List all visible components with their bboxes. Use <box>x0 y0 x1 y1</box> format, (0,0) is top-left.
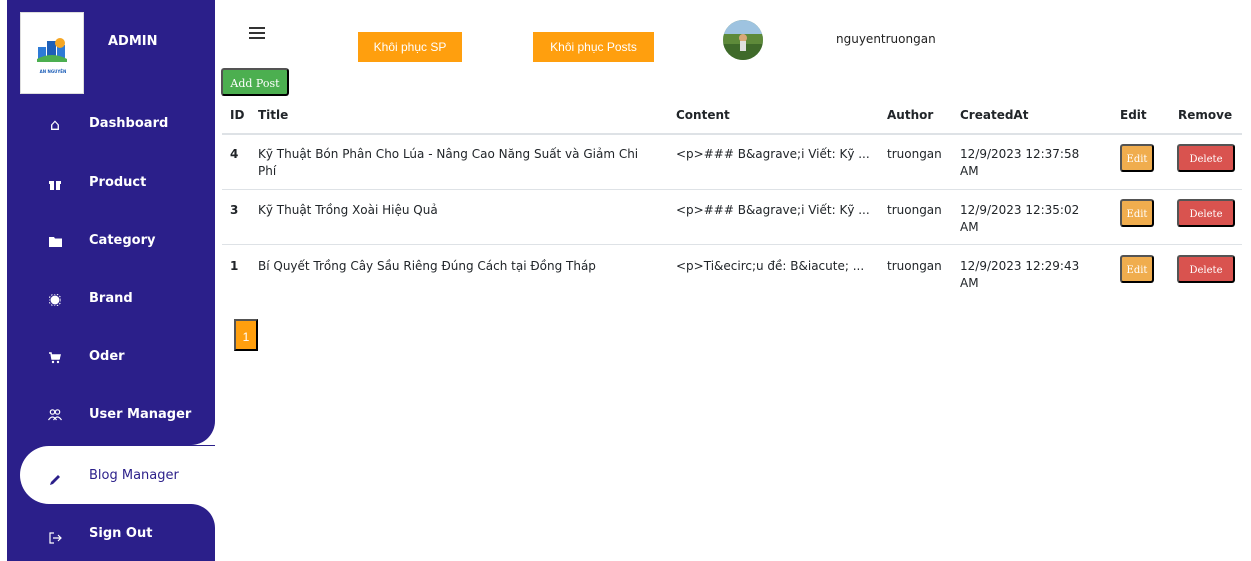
column-header-id: ID <box>230 108 245 122</box>
logo-icon <box>37 38 67 62</box>
sidebar-item-label: Sign Out <box>89 526 153 541</box>
username: nguyentruongan <box>836 32 936 46</box>
sidebar-item-brand[interactable]: Brand <box>7 269 215 327</box>
hamburger-menu-icon[interactable] <box>249 27 265 39</box>
logo: AN NGUYÊN <box>20 12 84 94</box>
avatar[interactable] <box>723 20 763 60</box>
sidebar: AN NGUYÊN ADMIN ⌂ Dashboard Product Cate… <box>0 0 215 561</box>
delete-button[interactable]: Delete <box>1177 255 1235 283</box>
cell-author: truongan <box>887 147 942 161</box>
cell-created: 12/9/2023 12:35:02 AM <box>960 203 1080 234</box>
logo-text: AN NGUYÊN <box>39 69 67 74</box>
delete-button[interactable]: Delete <box>1177 199 1235 227</box>
table-header-divider <box>222 133 1242 135</box>
edit-button[interactable]: Edit <box>1120 199 1154 227</box>
badge-icon <box>47 293 63 310</box>
column-header-edit: Edit <box>1120 108 1147 122</box>
sidebar-item-label: Blog Manager <box>89 468 179 483</box>
cell-content: <p>Ti&ecirc;u đề: B&iacute; ... <box>676 259 865 273</box>
sidebar-item-user-manager[interactable]: User Manager <box>7 385 215 443</box>
add-post-button[interactable]: Add Post <box>221 68 289 96</box>
sidebar-item-label: Dashboard <box>89 116 169 131</box>
sidebar-item-label: Product <box>89 175 147 190</box>
cell-title: Bí Quyết Trồng Cây Sầu Riêng Đúng Cách t… <box>258 259 596 273</box>
folder-icon <box>47 236 63 252</box>
column-header-content: Content <box>676 108 730 122</box>
cell-id: 3 <box>230 203 239 217</box>
admin-title: ADMIN <box>108 34 158 49</box>
sidebar-item-blog-manager[interactable]: Blog Manager <box>20 446 215 504</box>
column-header-title: Title <box>258 108 289 122</box>
delete-button[interactable]: Delete <box>1177 144 1235 172</box>
pagination-page-button[interactable]: 1 <box>234 319 258 351</box>
sidebar-item-dashboard[interactable]: ⌂ Dashboard <box>7 95 215 153</box>
cell-content: <p>### B&agrave;i Viết: Kỹ ... <box>676 203 870 217</box>
sidebar-item-category[interactable]: Category <box>7 211 215 269</box>
sidebar-item-label: Oder <box>89 349 125 364</box>
gift-icon <box>47 178 63 194</box>
users-icon <box>47 409 63 425</box>
cell-title: Kỹ Thuật Trồng Xoài Hiệu Quả <box>258 203 438 217</box>
cart-icon <box>47 352 63 368</box>
pen-icon <box>47 474 63 490</box>
sidebar-item-oder[interactable]: Oder <box>7 327 215 385</box>
cell-author: truongan <box>887 259 942 273</box>
restore-products-button[interactable]: Khôi phục SP <box>358 32 462 62</box>
home-icon: ⌂ <box>49 115 61 134</box>
sign-out-icon <box>47 532 63 548</box>
edit-button[interactable]: Edit <box>1120 144 1154 172</box>
cell-id: 1 <box>230 259 239 273</box>
edit-button[interactable]: Edit <box>1120 255 1154 283</box>
cell-created: 12/9/2023 12:37:58 AM <box>960 147 1080 178</box>
restore-posts-button[interactable]: Khôi phục Posts <box>533 32 654 62</box>
sidebar-item-label: Category <box>89 233 156 248</box>
sidebar-item-sign-out[interactable]: Sign Out <box>7 505 215 561</box>
sidebar-item-label: User Manager <box>89 407 192 422</box>
sidebar-item-label: Brand <box>89 291 133 306</box>
sidebar-item-product[interactable]: Product <box>7 153 215 211</box>
cell-id: 4 <box>230 147 239 161</box>
column-header-remove: Remove <box>1178 108 1233 122</box>
cell-title: Kỹ Thuật Bón Phân Cho Lúa - Nâng Cao Năn… <box>258 147 639 178</box>
cell-author: truongan <box>887 203 942 217</box>
cell-created: 12/9/2023 12:29:43 AM <box>960 259 1080 290</box>
column-header-author: Author <box>887 108 934 122</box>
column-header-createdat: CreatedAt <box>960 108 1029 122</box>
cell-content: <p>### B&agrave;i Viết: Kỹ ... <box>676 147 870 161</box>
